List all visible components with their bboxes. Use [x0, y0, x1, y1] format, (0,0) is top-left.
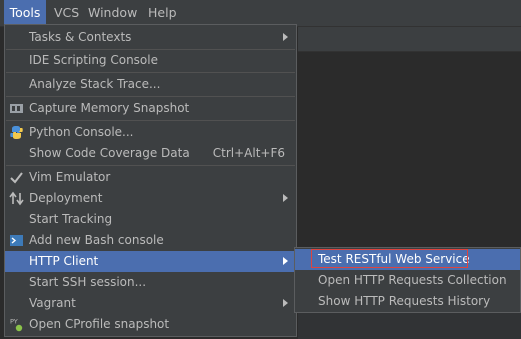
submenu-item-label: Show HTTP Requests History	[318, 294, 491, 308]
menu-separator	[6, 120, 295, 121]
bash-console-icon	[10, 235, 23, 246]
submenu-item-open-http-requests-collection[interactable]: Open HTTP Requests Collection	[295, 270, 520, 291]
menu-item-label: Capture Memory Snapshot	[29, 101, 190, 115]
menu-item-label: IDE Scripting Console	[29, 53, 158, 67]
menu-item-add-new-bash-console[interactable]: Add new Bash console	[5, 230, 296, 251]
menu-item-vagrant[interactable]: Vagrant	[5, 293, 296, 314]
menu-window[interactable]: Window	[88, 0, 137, 26]
menu-separator	[6, 96, 295, 97]
menu-item-tasks-contexts[interactable]: Tasks & Contexts	[5, 27, 296, 48]
menu-item-ide-scripting-console[interactable]: IDE Scripting Console	[5, 50, 296, 71]
annotation-highlight-box	[311, 249, 468, 268]
submenu-arrow-icon	[283, 33, 288, 41]
checkmark-icon	[10, 172, 23, 184]
menu-vcs[interactable]: VCS	[54, 0, 79, 26]
menu-separator	[6, 165, 295, 166]
menu-item-analyze-stack-trace[interactable]: Analyze Stack Trace...	[5, 74, 296, 95]
menu-item-label: Start Tracking	[29, 212, 113, 226]
menu-tools[interactable]: Tools	[4, 0, 46, 26]
cprofile-icon: PY	[9, 318, 24, 332]
menu-item-http-client[interactable]: HTTP Client	[5, 251, 296, 272]
menu-item-capture-memory-snapshot[interactable]: Capture Memory Snapshot	[5, 98, 296, 119]
menu-item-deployment[interactable]: Deployment	[5, 188, 296, 209]
svg-text:PY: PY	[10, 318, 18, 326]
submenu-item-test-restful-web-service[interactable]: Test RESTful Web Service	[295, 249, 520, 270]
menu-item-open-cprofile-snapshot[interactable]: PY Open CProfile snapshot	[5, 314, 296, 335]
menu-item-start-tracking[interactable]: Start Tracking	[5, 209, 296, 230]
menu-item-start-ssh-session[interactable]: Start SSH session...	[5, 272, 296, 293]
menu-item-python-console[interactable]: Python Console...	[5, 122, 296, 143]
menu-item-label: Start SSH session...	[29, 275, 147, 289]
ide-editor-area	[298, 52, 521, 249]
deployment-icon	[9, 191, 24, 206]
menu-item-label: HTTP Client	[29, 254, 99, 268]
ide-toolbar-strip	[298, 27, 521, 52]
submenu-arrow-icon	[283, 257, 288, 265]
menu-item-label: Deployment	[29, 191, 103, 205]
submenu-item-label: Open HTTP Requests Collection	[318, 273, 507, 287]
menu-item-label: Add new Bash console	[29, 233, 164, 247]
submenu-arrow-icon	[283, 194, 288, 202]
menu-item-label: Tasks & Contexts	[29, 30, 132, 44]
menu-item-label: Show Code Coverage Data	[29, 146, 190, 160]
menu-item-label: Python Console...	[29, 125, 134, 139]
ide-lower-panel	[298, 310, 521, 339]
http-client-submenu: Test RESTful Web Service Open HTTP Reque…	[294, 247, 521, 313]
python-icon	[10, 126, 23, 139]
menu-item-label: Analyze Stack Trace...	[29, 77, 161, 91]
submenu-arrow-icon	[283, 299, 288, 307]
submenu-item-show-http-requests-history[interactable]: Show HTTP Requests History	[295, 291, 520, 312]
tools-menu: Tasks & Contexts IDE Scripting Console A…	[4, 24, 297, 337]
menu-item-label: Open CProfile snapshot	[29, 317, 170, 331]
menu-separator	[6, 72, 295, 73]
menu-item-label: Vagrant	[29, 296, 76, 310]
shortcut-label: Ctrl+Alt+F6	[212, 146, 285, 160]
memory-snapshot-icon	[10, 104, 23, 113]
menu-help[interactable]: Help	[148, 0, 177, 26]
menu-bar: Tools VCS Window Help	[0, 0, 521, 27]
menu-item-label: Vim Emulator	[29, 170, 111, 184]
menu-item-vim-emulator[interactable]: Vim Emulator	[5, 167, 296, 188]
menu-item-show-code-coverage-data[interactable]: Show Code Coverage Data Ctrl+Alt+F6	[5, 143, 296, 164]
